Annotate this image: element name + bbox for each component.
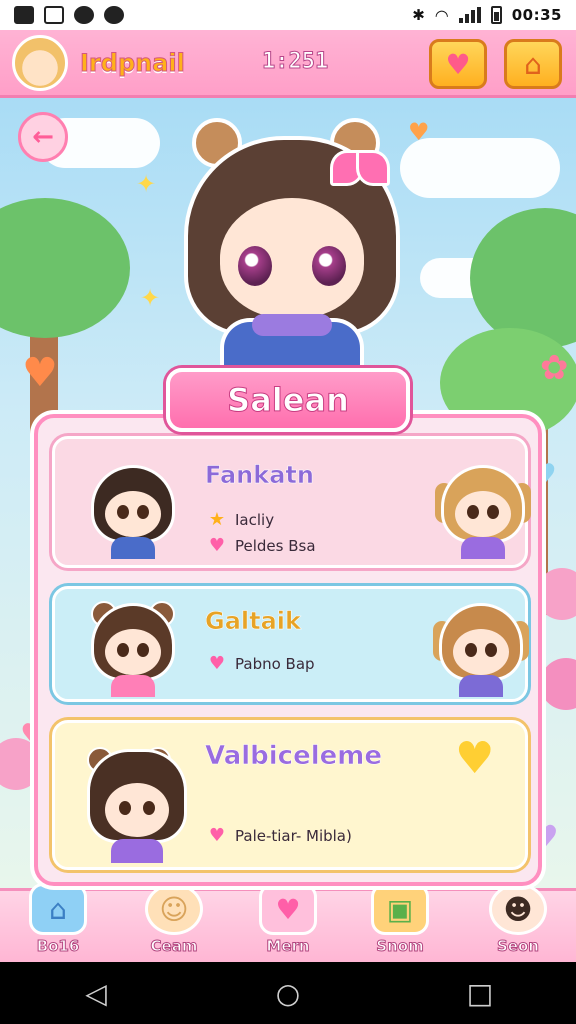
home-icon: ⌂: [524, 47, 542, 81]
signal-icon: [458, 7, 481, 23]
nav-label: Seon: [497, 937, 540, 956]
stat-text: Pabno Bap: [235, 654, 315, 673]
app-header: Irdpnail 1:251 ♥ ⌂: [0, 30, 576, 98]
home-heart-icon: ♥: [259, 883, 317, 935]
nav-item-bo16[interactable]: ⌂ Bo16: [14, 883, 102, 963]
heart-icon: ♥: [208, 535, 226, 556]
bluetooth-icon: ✱: [412, 6, 425, 24]
heart-charm-icon: ♥: [455, 733, 495, 784]
system-nav-bar: ◁ ○ □: [0, 962, 576, 1024]
status-time: 00:35: [511, 6, 562, 24]
gallery-icon: [14, 6, 34, 24]
wifi-icon: ◠: [434, 5, 449, 25]
character-card[interactable]: Valbiceleme ♥ Pale-tiar- Mibla) ♥: [52, 720, 528, 870]
home-button[interactable]: ⌂: [504, 39, 562, 89]
house-icon: ⌂: [29, 883, 87, 935]
nav-item-seon[interactable]: ☻ Seon: [474, 883, 562, 963]
character-card[interactable]: Galtaik ♥ Pabno Bap: [52, 586, 529, 702]
character-eye: [312, 246, 346, 286]
heart-icon: ♥: [22, 350, 58, 396]
stat-text: Peldes Bsa: [235, 536, 316, 555]
shop-icon: ▣: [371, 883, 429, 935]
card-stat: ♥ Pabno Bap: [207, 653, 315, 674]
card-name: Fankatn: [205, 461, 314, 490]
card-stat: ♥ Peldes Bsa: [207, 535, 316, 556]
heart-icon: ♥: [208, 825, 226, 846]
stat-text: Pale-tiar- Mibla): [235, 826, 352, 845]
sparkle-icon: ♥: [408, 118, 430, 146]
cloud: [400, 138, 560, 198]
battery-icon: [490, 6, 502, 24]
profile-icon: ☻: [489, 883, 547, 935]
card-stat: ♥ Pale-tiar- Mibla): [207, 825, 352, 846]
nav-label: Bo16: [36, 937, 80, 956]
flower: [540, 658, 576, 710]
card-stat: ★ Iacliy: [207, 509, 274, 530]
back-triangle-icon[interactable]: ◁: [66, 977, 126, 1010]
character-eye: [238, 246, 272, 286]
home-circle-icon[interactable]: ○: [258, 977, 318, 1010]
gift-button[interactable]: ♥: [429, 39, 487, 89]
chibi-portrait: [433, 597, 529, 697]
nav-item-ceam[interactable]: ☺ Ceam: [130, 883, 218, 963]
nav-label: Mern: [266, 937, 310, 956]
back-button[interactable]: ←: [18, 112, 68, 162]
heart-gift-icon: ♥: [445, 47, 471, 81]
chibi-portrait: [85, 597, 181, 697]
character-icon: ☺: [145, 883, 203, 935]
chibi-portrait: [435, 459, 531, 559]
app-icon: [74, 6, 94, 24]
note-icon: [44, 6, 64, 24]
app-title: Irdpnail: [80, 48, 186, 77]
main-character[interactable]: [180, 118, 404, 368]
card-name: Valbiceleme: [205, 741, 383, 772]
stat-text: Iacliy: [235, 510, 275, 529]
character-collar: [252, 314, 332, 336]
recents-square-icon[interactable]: □: [450, 977, 510, 1010]
chibi-portrait: [81, 743, 191, 863]
nav-label: Snom: [376, 937, 424, 956]
nav-label: Ceam: [150, 937, 198, 956]
chibi-portrait: [85, 459, 181, 559]
tree-right: [470, 208, 576, 348]
character-card[interactable]: Fankatn ★ Iacliy ♥ Peldes Bsa: [52, 436, 531, 568]
character-name-plate: Salean: [166, 368, 410, 432]
status-bar: ✱ ◠ 00:35: [0, 0, 576, 30]
player-avatar[interactable]: [12, 34, 68, 91]
clock-icon: [104, 6, 124, 24]
bottom-nav: ⌂ Bo16 ☺ Ceam ♥ Mern ▣ Snom ☻ Seon: [0, 883, 576, 962]
sparkle-icon: ✦: [140, 284, 161, 312]
bow-icon: [330, 146, 390, 190]
arrow-left-icon: ←: [32, 122, 54, 152]
card-name: Galtaik: [205, 607, 301, 636]
character-list-panel: Fankatn ★ Iacliy ♥ Peldes Bsa Galtaik ♥ …: [34, 414, 542, 886]
nav-item-mern[interactable]: ♥ Mern: [244, 883, 332, 963]
header-timer: 1:251: [261, 49, 329, 75]
heart-icon: ✿: [540, 348, 569, 388]
star-icon: ★: [208, 509, 226, 530]
tree-left: [0, 198, 130, 338]
heart-icon: ♥: [208, 653, 226, 674]
sparkle-icon: ✦: [136, 170, 157, 198]
nav-item-snom[interactable]: ▣ Snom: [356, 883, 444, 963]
